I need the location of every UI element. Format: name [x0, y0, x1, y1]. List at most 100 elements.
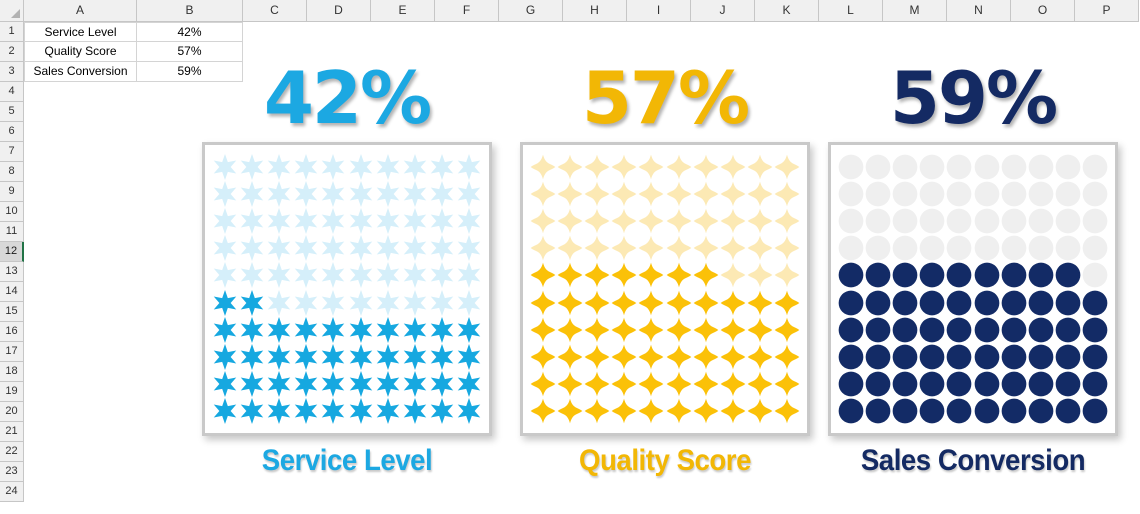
row-header-21[interactable]: 21 [0, 422, 24, 442]
row-header-19[interactable]: 19 [0, 382, 24, 402]
icon-filled [693, 290, 719, 316]
column-header-f[interactable]: F [435, 0, 499, 22]
icon-empty [666, 208, 692, 234]
row-header-10[interactable]: 10 [0, 202, 24, 222]
icon-empty [638, 235, 664, 261]
column-header-h[interactable]: H [563, 0, 627, 22]
table-row: Service Level 42% [24, 22, 243, 42]
column-header-l[interactable]: L [819, 0, 883, 22]
icon-empty [865, 235, 891, 261]
icon-empty [293, 289, 319, 316]
icon-empty [239, 153, 265, 180]
column-header-a[interactable]: A [24, 0, 137, 22]
icon-empty [774, 262, 800, 288]
row-header-24[interactable]: 24 [0, 482, 24, 502]
icon-empty [557, 208, 583, 234]
row-header-8[interactable]: 8 [0, 162, 24, 182]
icon-empty [747, 235, 773, 261]
row-header-16[interactable]: 16 [0, 322, 24, 342]
icon-filled [1001, 371, 1027, 397]
icon-empty [865, 154, 891, 180]
row-header-5[interactable]: 5 [0, 102, 24, 122]
icon-filled [557, 344, 583, 370]
icon-filled [456, 343, 482, 370]
column-header-e[interactable]: E [371, 0, 435, 22]
icon-filled [974, 344, 1000, 370]
icon-filled [429, 316, 455, 343]
icon-empty [402, 207, 428, 234]
row-header-23[interactable]: 23 [0, 462, 24, 482]
icon-filled [375, 316, 401, 343]
column-header-n[interactable]: N [947, 0, 1011, 22]
icon-empty [747, 181, 773, 207]
icon-grid-box [520, 142, 810, 436]
column-header-b[interactable]: B [137, 0, 243, 22]
icon-empty [838, 181, 864, 207]
icon-filled [892, 344, 918, 370]
row-header-2[interactable]: 2 [0, 42, 24, 62]
cell-b1[interactable]: 42% [137, 22, 243, 42]
icon-filled [865, 290, 891, 316]
row-header-18[interactable]: 18 [0, 362, 24, 382]
icon-empty [293, 262, 319, 289]
icon-filled [530, 290, 556, 316]
icon-empty [666, 235, 692, 261]
icon-filled [892, 371, 918, 397]
row-header-3[interactable]: 3 [0, 62, 24, 82]
row-header-13[interactable]: 13 [0, 262, 24, 282]
icon-empty [530, 154, 556, 180]
icon-filled [1082, 344, 1108, 370]
row-header-4[interactable]: 4 [0, 82, 24, 102]
icon-filled [747, 344, 773, 370]
percent-value: 57% [581, 56, 750, 140]
icon-filled [1028, 317, 1054, 343]
column-header-j[interactable]: J [691, 0, 755, 22]
icon-filled [239, 343, 265, 370]
row-header-6[interactable]: 6 [0, 122, 24, 142]
icon-empty [402, 262, 428, 289]
row-header-14[interactable]: 14 [0, 282, 24, 302]
row-header-1[interactable]: 1 [0, 22, 24, 42]
row-header-15[interactable]: 15 [0, 302, 24, 322]
column-header-m[interactable]: M [883, 0, 947, 22]
column-header-d[interactable]: D [307, 0, 371, 22]
icon-empty [1055, 235, 1081, 261]
row-header-22[interactable]: 22 [0, 442, 24, 462]
cell-a1[interactable]: Service Level [24, 22, 137, 42]
icon-filled [865, 371, 891, 397]
cell-b2[interactable]: 57% [137, 42, 243, 62]
icon-empty [456, 262, 482, 289]
row-header-17[interactable]: 17 [0, 342, 24, 362]
icon-empty [456, 289, 482, 316]
icon-empty [320, 180, 346, 207]
icon-empty [720, 181, 746, 207]
icon-filled [693, 317, 719, 343]
row-header-12[interactable]: 12 [0, 242, 24, 262]
select-all-corner[interactable] [0, 0, 24, 22]
icon-filled [456, 371, 482, 398]
icon-filled [293, 316, 319, 343]
column-header-p[interactable]: P [1075, 0, 1139, 22]
column-header-k[interactable]: K [755, 0, 819, 22]
cell-a3[interactable]: Sales Conversion [24, 62, 137, 82]
icon-empty [1082, 235, 1108, 261]
icon-filled [1082, 371, 1108, 397]
icon-filled [611, 262, 637, 288]
icon-empty [429, 262, 455, 289]
column-header-i[interactable]: I [627, 0, 691, 22]
icon-empty [838, 208, 864, 234]
column-header-g[interactable]: G [499, 0, 563, 22]
column-header-c[interactable]: C [243, 0, 307, 22]
icon-empty [584, 208, 610, 234]
row-header-9[interactable]: 9 [0, 182, 24, 202]
icon-filled [402, 343, 428, 370]
icon-filled [557, 371, 583, 397]
row-header-11[interactable]: 11 [0, 222, 24, 242]
row-header-7[interactable]: 7 [0, 142, 24, 162]
icon-filled [429, 343, 455, 370]
row-header-20[interactable]: 20 [0, 402, 24, 422]
cell-a2[interactable]: Quality Score [24, 42, 137, 62]
icon-empty [348, 235, 374, 262]
column-header-o[interactable]: O [1011, 0, 1075, 22]
icon-filled [838, 398, 864, 424]
